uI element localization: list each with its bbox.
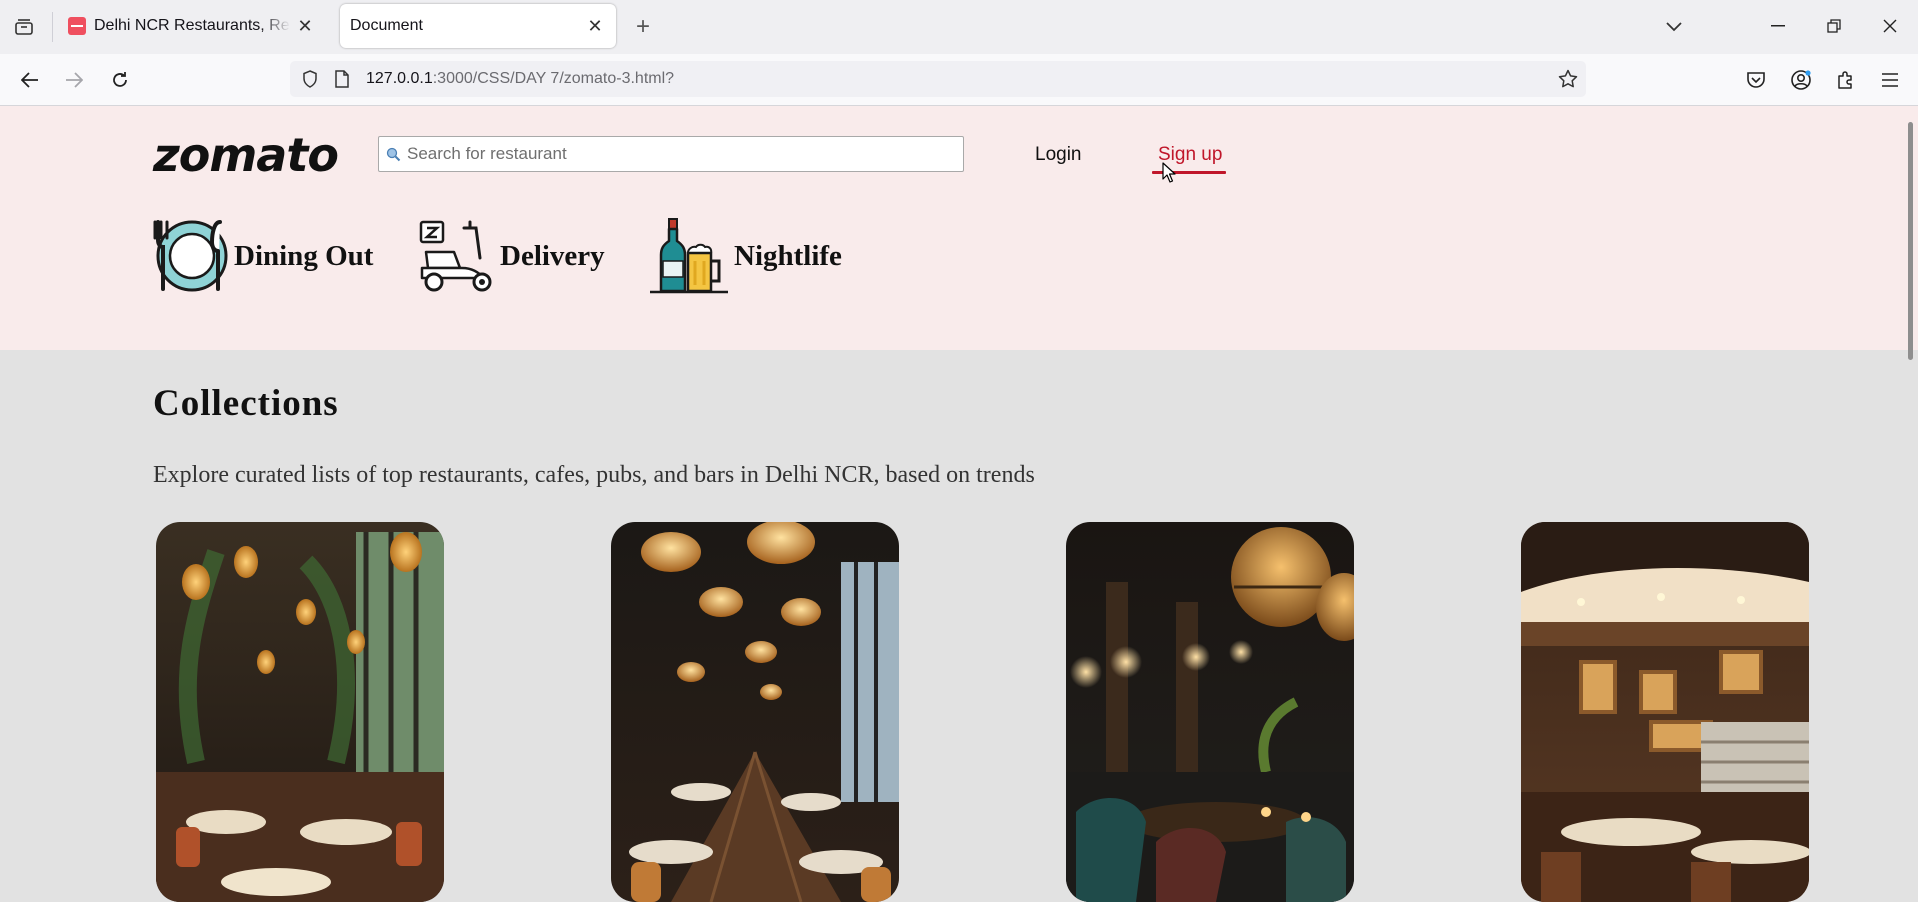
browser-tab-bar: Delhi NCR Restaurants, Restaurants in De…	[0, 0, 1918, 54]
login-link[interactable]: Login	[1035, 144, 1082, 166]
tab-zomato[interactable]: Delhi NCR Restaurants, Restaurants in De…	[58, 4, 326, 48]
collection-card[interactable]	[156, 522, 444, 902]
category-delivery[interactable]: Delivery	[418, 216, 605, 296]
tab-title: Delhi NCR Restaurants, Restaurants in De…	[94, 17, 290, 34]
category-dining-out[interactable]: Dining Out	[152, 216, 373, 296]
page-scrollbar[interactable]	[1908, 122, 1913, 360]
search-input[interactable]	[405, 143, 963, 165]
address-bar[interactable]: 127.0.0.1:3000/CSS/DAY 7/zomato-3.html?	[290, 61, 1586, 97]
extensions-icon[interactable]	[1832, 66, 1860, 94]
search-box[interactable]	[378, 136, 964, 172]
minimize-icon[interactable]	[1756, 10, 1800, 42]
shield-icon[interactable]	[300, 69, 320, 89]
menu-hamburger-icon[interactable]	[1876, 66, 1904, 94]
restaurant-photo	[1521, 522, 1809, 902]
forward-arrow-icon[interactable]	[58, 64, 90, 96]
restaurant-photo	[156, 522, 444, 902]
back-arrow-icon[interactable]	[14, 64, 46, 96]
collection-card[interactable]	[1066, 522, 1354, 902]
url-path: :3000/CSS/DAY 7/zomato-3.html?	[432, 70, 675, 87]
category-nightlife[interactable]: Nightlife	[648, 216, 842, 296]
browser-nav-bar: 127.0.0.1:3000/CSS/DAY 7/zomato-3.html?	[0, 54, 1918, 106]
window-close-icon[interactable]	[1868, 10, 1912, 42]
wine-beer-icon	[650, 218, 728, 294]
account-icon[interactable]	[1787, 66, 1815, 94]
restaurant-photo	[611, 522, 899, 902]
collections-title: Collections	[153, 383, 339, 424]
bookmark-star-icon[interactable]	[1556, 67, 1580, 91]
collections-subtitle: Explore curated lists of top restaurants…	[153, 462, 1035, 488]
category-label: Dining Out	[234, 239, 374, 272]
search-icon	[385, 146, 401, 162]
pocket-icon[interactable]	[1742, 66, 1770, 94]
chevron-down-icon[interactable]	[1660, 14, 1688, 40]
new-tab-icon[interactable]: +	[630, 13, 656, 40]
collection-card[interactable]	[611, 522, 899, 902]
zomato-logo[interactable]: zomato	[153, 128, 339, 182]
tab-title: Document	[350, 17, 423, 34]
restore-icon[interactable]	[1812, 10, 1856, 42]
category-label: Delivery	[500, 239, 605, 272]
zomato-favicon-icon	[68, 17, 86, 35]
page-icon[interactable]	[332, 69, 352, 89]
url-host: 127.0.0.1	[366, 70, 433, 87]
url-text: 127.0.0.1:3000/CSS/DAY 7/zomato-3.html?	[366, 70, 674, 88]
close-icon[interactable]: ✕	[294, 15, 316, 37]
site-header: zomato Login Sign up Dining Out	[0, 106, 1918, 350]
collection-card[interactable]	[1521, 522, 1809, 902]
dining-plate-icon	[153, 220, 228, 292]
category-label: Nightlife	[734, 239, 842, 272]
reload-icon[interactable]	[104, 64, 136, 96]
restaurant-photo	[1066, 522, 1354, 902]
tab-separator	[52, 12, 53, 42]
tab-document[interactable]: Document ✕	[340, 4, 616, 48]
tab-list-icon[interactable]	[12, 16, 36, 38]
delivery-scooter-icon	[419, 220, 492, 292]
close-icon[interactable]: ✕	[584, 15, 606, 37]
mouse-cursor-icon	[1162, 162, 1176, 183]
